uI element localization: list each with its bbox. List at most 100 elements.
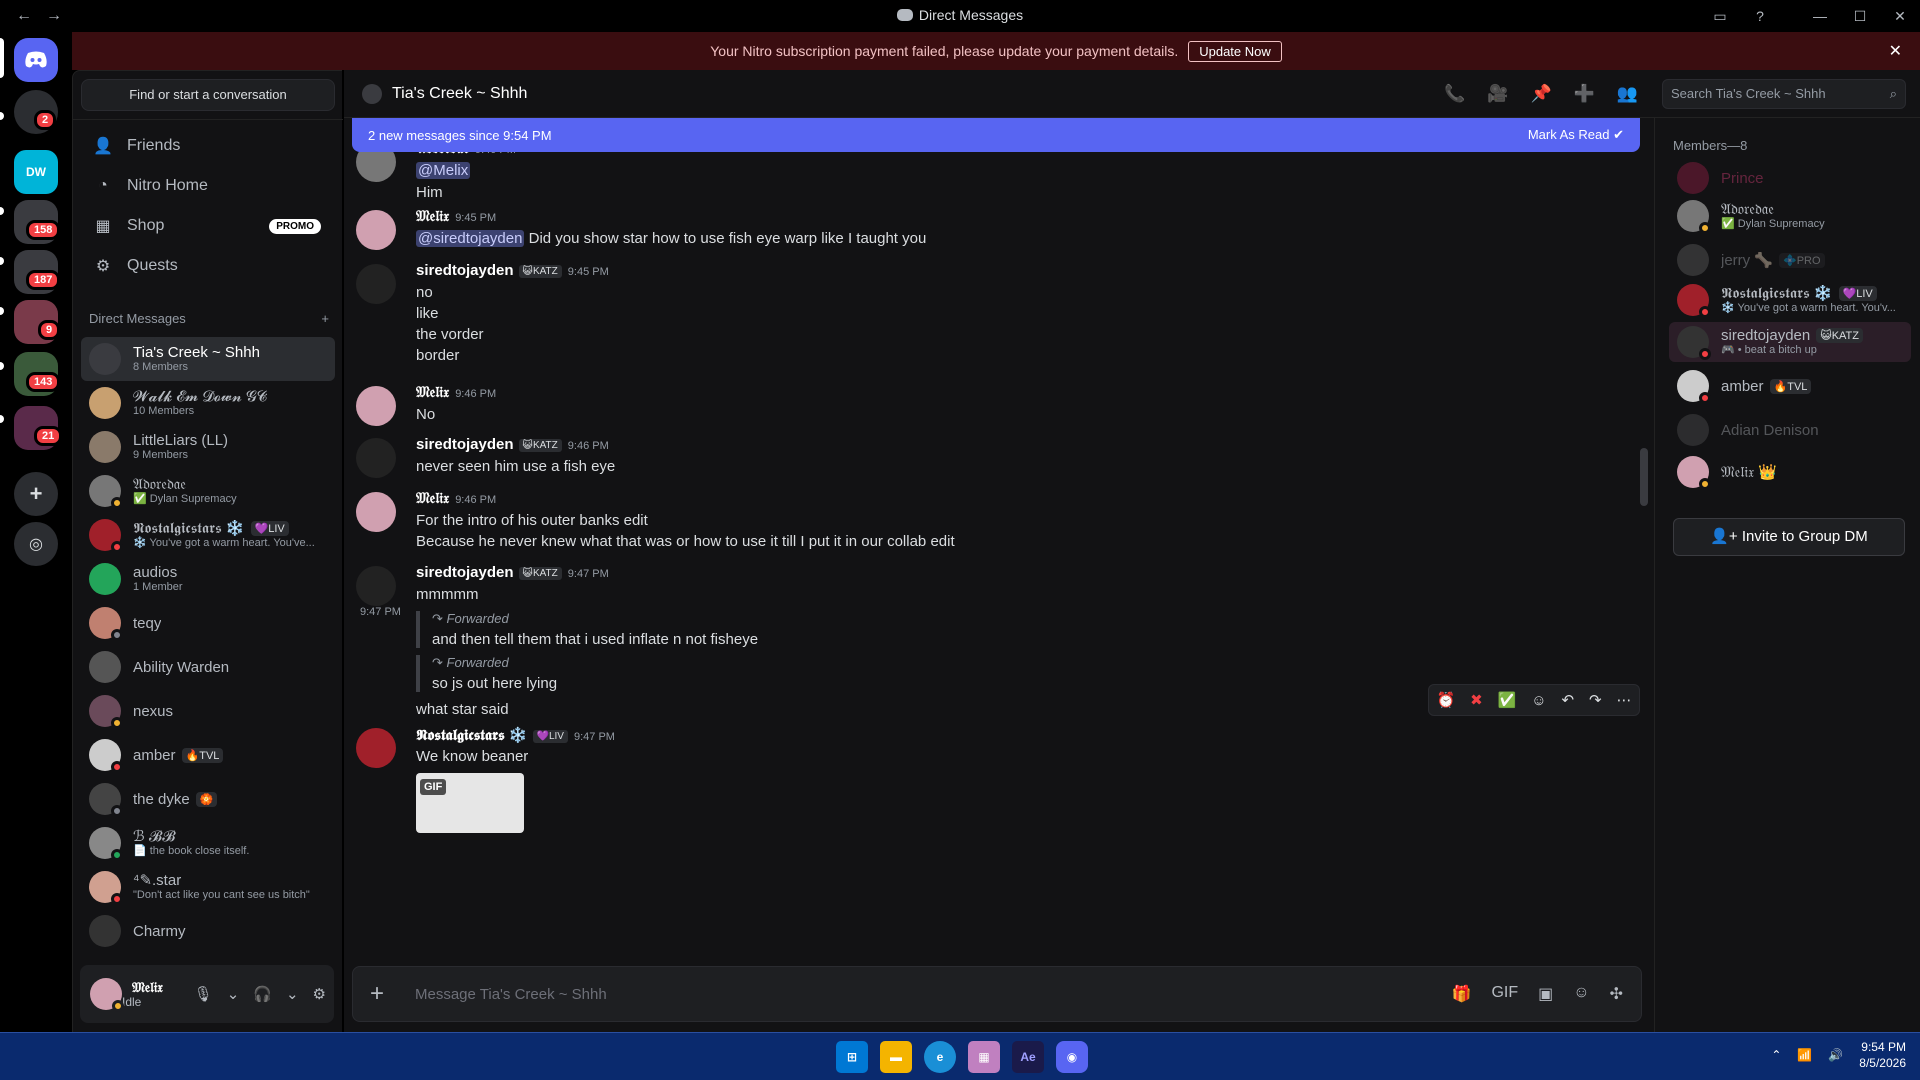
emoji-icon[interactable]: ☺ — [1573, 984, 1589, 1004]
server-icon[interactable]: DW — [14, 150, 58, 194]
avatar[interactable] — [356, 492, 396, 532]
user-mention[interactable]: @Melix — [416, 162, 471, 179]
avatar[interactable] — [356, 566, 396, 606]
message-author[interactable]: siredtojayden — [416, 564, 514, 581]
message-author[interactable]: 𝕹𝖔𝖘𝖙𝖆𝖑𝖌𝖎𝖈𝖘𝖙𝖆𝖗𝖘 ❄️ — [416, 727, 528, 744]
message-author[interactable]: siredtojayden — [416, 436, 514, 453]
discord-taskbar-icon[interactable]: ◉ — [1056, 1041, 1088, 1073]
apps-icon[interactable]: ✣ — [1610, 984, 1623, 1004]
dm-item[interactable]: LittleLiars (LL) 9 Members — [81, 425, 335, 469]
member-item[interactable]: 𝔐𝔢𝔩𝔦𝔵 👑 — [1669, 452, 1911, 492]
add-friends-icon[interactable]: ➕ — [1574, 84, 1595, 104]
invite-to-group-button[interactable]: 👤+ Invite to Group DM — [1673, 518, 1905, 556]
member-list-icon[interactable]: 👥 — [1617, 84, 1638, 104]
user-mention[interactable]: @siredtojayden — [416, 230, 525, 247]
file-explorer-icon[interactable]: ▬ — [880, 1041, 912, 1073]
dm-item[interactable]: amber 🔥TVL — [81, 733, 335, 777]
member-item[interactable]: amber 🔥TVL — [1669, 366, 1911, 406]
app-icon[interactable]: ▦ — [968, 1041, 1000, 1073]
video-call-icon[interactable]: 🎥 — [1487, 84, 1508, 104]
member-item[interactable]: 𝔄𝔡𝔬𝔯𝔢𝔡𝔞𝔢 ✅ Dylan Supremacy — [1669, 196, 1911, 236]
microphone-icon[interactable]: 🎙 — [194, 985, 213, 1003]
message-author[interactable]: siredtojayden — [416, 262, 514, 279]
dm-item[interactable]: 𝕹𝖔𝖘𝖙𝖆𝖑𝖌𝖎𝖈𝖘𝖙𝖆𝖗𝖘 ❄️ 💜LIV ❄️ You've got a war… — [81, 513, 335, 557]
update-now-button[interactable]: Update Now — [1188, 40, 1282, 62]
reply-icon[interactable]: ↶ — [1562, 691, 1575, 709]
member-item[interactable]: 𝕹𝖔𝖘𝖙𝖆𝖑𝖌𝖎𝖈𝖘𝖙𝖆𝖗𝖘 ❄️ 💜LIV ❄️ You've got a war… — [1669, 280, 1911, 320]
avatar[interactable] — [356, 438, 396, 478]
chevron-down-icon[interactable]: ⌄ — [286, 985, 299, 1003]
sticker-icon[interactable]: ▣ — [1538, 984, 1553, 1004]
after-effects-icon[interactable]: Ae — [1012, 1041, 1044, 1073]
inbox-icon[interactable]: ▭ — [1700, 8, 1740, 25]
edge-browser-icon[interactable]: e — [924, 1041, 956, 1073]
find-conversation-button[interactable]: Find or start a conversation — [81, 79, 335, 111]
dm-item[interactable]: Tia's Creek ~ Shhh 8 Members — [81, 337, 335, 381]
help-icon[interactable]: ? — [1740, 8, 1780, 24]
voice-call-icon[interactable]: 📞 — [1444, 84, 1465, 104]
dm-item[interactable]: audios 1 Member — [81, 557, 335, 601]
forward-icon[interactable]: ↷ — [1589, 691, 1602, 709]
dm-item[interactable]: 𝓦𝓪𝓵𝓴 𝓔𝓶 𝓓𝓸𝔀𝓷 𝓖𝓒 10 Members — [81, 381, 335, 425]
add-reaction-icon[interactable]: ☺ — [1531, 692, 1546, 709]
member-item[interactable]: siredtojayden 😺KATZ 🎮 • beat a bitch up — [1669, 322, 1911, 362]
minimize-button[interactable]: — — [1800, 8, 1840, 24]
start-button[interactable]: ⊞ — [836, 1041, 868, 1073]
settings-gear-icon[interactable]: ⚙ — [313, 985, 326, 1003]
nav-friends[interactable]: 👤 Friends — [81, 127, 335, 165]
nav-nitro-home[interactable]: ◔ Nitro Home — [81, 167, 335, 205]
dm-item[interactable]: Charmy — [81, 909, 335, 953]
gif-attachment[interactable]: GIF — [416, 773, 524, 833]
member-item[interactable]: Prince — [1669, 158, 1911, 198]
dm-item[interactable]: ⁴✎.star "Don't act like you cant see us b… — [81, 865, 335, 909]
dm-item[interactable]: 𝔄𝔡𝔬𝔯𝔢𝔡𝔞𝔢 ✅ Dylan Supremacy — [81, 469, 335, 513]
discover-icon[interactable]: ◎ — [14, 522, 58, 566]
close-window-button[interactable]: ✕ — [1880, 8, 1920, 25]
tray-chevron-icon[interactable]: ⌃ — [1771, 1048, 1781, 1062]
chevron-down-icon[interactable]: ⌄ — [227, 985, 240, 1003]
x-reaction-icon[interactable]: ✖ — [1470, 691, 1483, 709]
member-item[interactable]: jerry 🦴 💠PRO — [1669, 240, 1911, 280]
avatar[interactable] — [356, 210, 396, 250]
avatar[interactable] — [356, 386, 396, 426]
dm-item[interactable]: ℬ 𝓑𝓑 📄 the book close itself. — [81, 821, 335, 865]
message-input[interactable]: Message Tia's Creek ~ Shhh — [415, 986, 1452, 1003]
volume-icon[interactable]: 🔊 — [1828, 1048, 1843, 1062]
nav-shop[interactable]: ▦ Shop PROMO — [81, 207, 335, 245]
add-server-button[interactable]: + — [14, 472, 58, 516]
check-reaction-icon[interactable]: ✅ — [1498, 691, 1517, 709]
new-messages-bar[interactable]: 2 new messages since 9:54 PM Mark As Rea… — [352, 118, 1640, 152]
forwarded-message[interactable]: ↷ Forwarded and then tell them that i use… — [416, 611, 758, 648]
message-author[interactable]: 𝔐𝔢𝔩𝔦𝔵 — [416, 490, 449, 507]
home-button[interactable] — [14, 38, 58, 82]
user-name[interactable]: 𝔐𝔢𝔩𝔦𝔵 — [132, 979, 163, 995]
message-author[interactable]: 𝔐𝔢𝔩𝔦𝔵 — [416, 208, 449, 225]
member-item[interactable]: Adian Denison — [1669, 410, 1911, 450]
dm-item[interactable]: Ability Warden — [81, 645, 335, 689]
message-composer[interactable]: + Message Tia's Creek ~ Shhh 🎁 GIF ▣ ☺ ✣ — [352, 966, 1642, 1022]
avatar[interactable] — [356, 264, 396, 304]
close-icon[interactable]: ✕ — [1889, 41, 1902, 61]
headphones-icon[interactable]: 🎧 — [253, 985, 272, 1003]
forwarded-message[interactable]: ↷ Forwarded so js out here lying — [416, 655, 557, 692]
maximize-button[interactable]: ☐ — [1840, 8, 1880, 25]
dm-item[interactable]: the dyke 🏵️ — [81, 777, 335, 821]
create-dm-icon[interactable]: + — [321, 311, 329, 326]
upload-plus-icon[interactable]: + — [353, 980, 401, 1008]
taskbar-clock[interactable]: 9:54 PM 8/5/2026 — [1859, 1039, 1906, 1071]
alarm-clock-reaction-icon[interactable]: ⏰ — [1436, 691, 1455, 709]
back-arrow-icon[interactable]: ← — [16, 7, 32, 25]
scrollbar-thumb[interactable] — [1640, 448, 1648, 506]
dm-item[interactable]: nexus — [81, 689, 335, 733]
forward-arrow-icon[interactable]: → — [46, 7, 62, 25]
mark-as-read-button[interactable]: Mark As Read ✔ — [1528, 127, 1624, 143]
dm-item[interactable]: teqy — [81, 601, 335, 645]
gif-icon[interactable]: GIF — [1491, 984, 1518, 1004]
wifi-icon[interactable]: 📶 — [1797, 1048, 1812, 1062]
more-options-icon[interactable]: ⋯ — [1617, 691, 1632, 709]
message-author[interactable]: 𝔐𝔢𝔩𝔦𝔵 — [416, 384, 449, 401]
gift-icon[interactable]: 🎁 — [1452, 984, 1472, 1004]
avatar[interactable] — [356, 728, 396, 768]
nav-quests[interactable]: ⚙ Quests — [81, 247, 335, 285]
avatar[interactable] — [90, 978, 124, 1012]
